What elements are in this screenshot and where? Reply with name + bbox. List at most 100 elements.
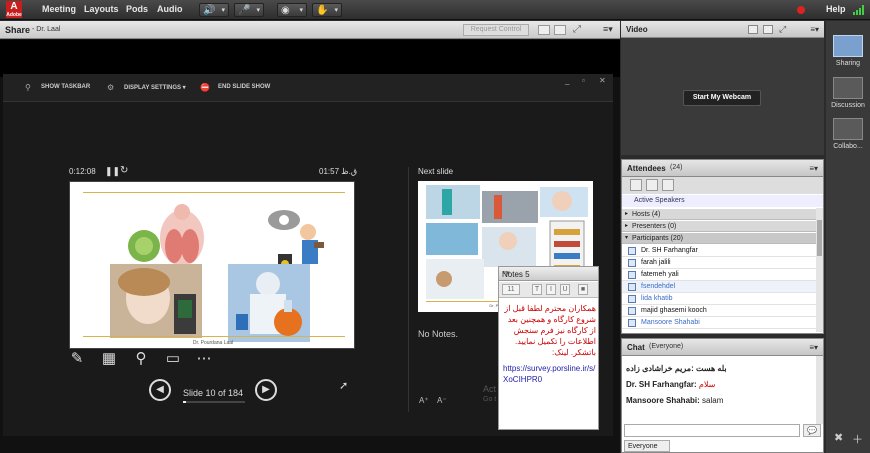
attendee-row[interactable]: fatemeh yali (622, 269, 817, 281)
layouts-panel: Sharing Discussion Collabo... ✖ ＋ (826, 21, 870, 453)
active-speakers-label: Active Speakers (622, 195, 823, 207)
request-control-button[interactable]: Request Control (463, 24, 529, 36)
layout-sharing-thumb[interactable] (833, 35, 863, 57)
divider (408, 167, 409, 412)
speaker-icon: 🔊 (203, 5, 216, 16)
notes-pod-titlebar: Notes 5 ≡▾ (499, 267, 598, 281)
pause-icon[interactable]: ❚❚ (105, 166, 120, 177)
raise-hand-button[interactable]: ✋ ▾ (312, 3, 342, 17)
chevron-down-icon: ▾ (299, 7, 303, 14)
chat-message: بله هست :مریم خراشادی زاده (626, 364, 727, 373)
layout-view-icon[interactable] (554, 25, 566, 35)
decrease-font-icon[interactable]: A⁻ (437, 396, 447, 405)
format-icon[interactable]: ■ (578, 284, 588, 295)
layout-collaboration-thumb[interactable] (833, 118, 863, 140)
display-settings-button[interactable]: DISPLAY SETTINGS ▾ (124, 84, 186, 91)
chat-pod-titlebar: Chat (Everyone) ≡▾ (622, 339, 823, 356)
layout-sharing-label[interactable]: Sharing (826, 60, 870, 67)
slide-progress-fill (183, 401, 187, 403)
microphone-button[interactable]: 🎤 ▾ (234, 3, 264, 17)
start-webcam-button[interactable]: Start My Webcam (683, 90, 761, 106)
notes-body[interactable]: همکاران محترم لطفا قبل از شروع کارگاه و … (503, 303, 596, 358)
attendee-row[interactable]: Mansoore Shahabi (622, 317, 817, 329)
fit-view-icon[interactable] (538, 25, 550, 35)
hosts-group[interactable]: ▸ Hosts (4) (622, 209, 817, 220)
tools-icon[interactable]: ✖ (834, 431, 843, 444)
attendee-row[interactable]: Dr. SH Farhangfar (622, 245, 817, 257)
attendee-row[interactable]: fsendehdel (622, 281, 817, 293)
chevron-down-icon: ▾ (221, 7, 225, 14)
survey-link[interactable]: https://survey.porsline.ir/s/XoCIHPR0 (503, 363, 596, 385)
minimize-icon[interactable]: _ (565, 76, 569, 85)
participants-group[interactable]: ▾ Participants (20) (622, 233, 817, 244)
fullscreen-icon[interactable]: ⤢ (573, 24, 581, 35)
chat-input[interactable] (624, 424, 800, 437)
zoom-icon[interactable]: ⚲ (131, 349, 151, 369)
chat-scope: (Everyone) (649, 343, 684, 350)
see-all-slides-icon[interactable]: ▦ (99, 349, 119, 369)
pod-menu-icon[interactable]: ≡▾ (603, 24, 613, 35)
end-slide-show-button[interactable]: END SLIDE SHOW (218, 84, 270, 90)
menu-layouts[interactable]: Layouts (84, 4, 119, 14)
font-size-select[interactable]: 11 (502, 284, 520, 295)
close-icon[interactable]: ✕ (599, 76, 606, 85)
chat-scrollbar[interactable] (816, 356, 823, 424)
reset-timer-icon[interactable]: ↻ (120, 165, 128, 176)
menu-audio[interactable]: Audio (157, 4, 183, 14)
send-message-button[interactable]: 💬 (803, 424, 821, 437)
share-pod-titlebar: Share - Dr. Laal Request Control ⤢ ≡▾ (0, 21, 620, 39)
list-view-icon[interactable] (630, 179, 642, 191)
attendees-scrollbar[interactable] (816, 208, 823, 332)
pod-menu-icon[interactable]: ≡▾ (502, 269, 594, 277)
current-slide: Dr. Pourdana Laal (69, 181, 355, 349)
show-taskbar-button[interactable]: SHOW TASKBAR (41, 84, 90, 90)
increase-font-icon[interactable]: A⁺ (419, 396, 429, 405)
breakout-icon[interactable] (646, 179, 658, 191)
attendees-pod-title: Attendees (627, 164, 666, 173)
recording-icon[interactable] (797, 6, 805, 14)
end-show-icon: ⛔ (200, 83, 210, 92)
add-layout-icon[interactable]: ＋ (852, 431, 863, 447)
layout-discussion-label[interactable]: Discussion (826, 102, 870, 109)
previous-slide-button[interactable]: ◀ (149, 379, 171, 401)
attendee-row[interactable]: farah jalili (622, 257, 817, 269)
pod-menu-icon[interactable]: ≡▾ (810, 25, 819, 34)
camera-layout-icon[interactable] (748, 25, 758, 34)
text-color-icon[interactable]: T (532, 284, 542, 295)
help-menu[interactable]: Help (826, 4, 846, 14)
presenter-toolbar: ⚲ SHOW TASKBAR ⚙ DISPLAY SETTINGS ▾ ⛔ EN… (3, 74, 613, 102)
attendee-row[interactable]: lida khatib (622, 293, 817, 305)
attendees-toolbar (622, 177, 823, 194)
scrollbar-thumb[interactable] (817, 220, 822, 256)
notes-toolbar: 11 T I U ■ (499, 282, 598, 298)
menu-meeting[interactable]: Meeting (42, 4, 76, 14)
more-options-icon[interactable]: ⋯ (194, 349, 214, 369)
presenters-group[interactable]: ▸ Presenters (0) (622, 221, 817, 232)
chat-pod: Chat (Everyone) ≡▾ بله هست :مریم خراشادی… (621, 338, 824, 453)
grid-layout-icon[interactable] (763, 25, 773, 34)
chevron-right-icon: ▸ (625, 211, 629, 217)
main-menubar: A Adobe Meeting Layouts Pods Audio 🔊 ▾ 🎤 ▾ … (0, 0, 870, 20)
layout-collaboration-label[interactable]: Collabo... (826, 143, 870, 150)
screen-black-icon[interactable]: ▭ (163, 349, 183, 369)
fullscreen-icon[interactable]: ⤢ (779, 24, 786, 35)
attendee-row[interactable]: majid ghasemi kooch (622, 305, 817, 317)
italic-icon[interactable]: I (546, 284, 556, 295)
next-slide-button[interactable]: ▶ (255, 379, 277, 401)
signal-strength-icon (853, 5, 865, 15)
pod-menu-icon[interactable]: ≡▾ (809, 164, 818, 173)
webcam-button[interactable]: ◉ ▾ (277, 3, 307, 17)
slide-footer: Dr. Pourdana Laal (192, 340, 234, 346)
layout-discussion-thumb[interactable] (833, 77, 863, 99)
status-icon[interactable] (662, 179, 674, 191)
speaker-button[interactable]: 🔊 ▾ (199, 3, 229, 17)
person-coughing-photo (110, 264, 202, 338)
restore-icon[interactable]: ▫ (582, 76, 585, 85)
underline-icon[interactable]: U (560, 284, 570, 295)
user-icon (628, 307, 636, 315)
slide-bottom-rule (83, 336, 345, 337)
pod-menu-icon[interactable]: ≡▾ (809, 343, 818, 352)
chat-tab-everyone[interactable]: Everyone (624, 440, 670, 452)
pen-icon[interactable]: ✎ (67, 349, 87, 369)
menu-pods[interactable]: Pods (126, 4, 148, 14)
